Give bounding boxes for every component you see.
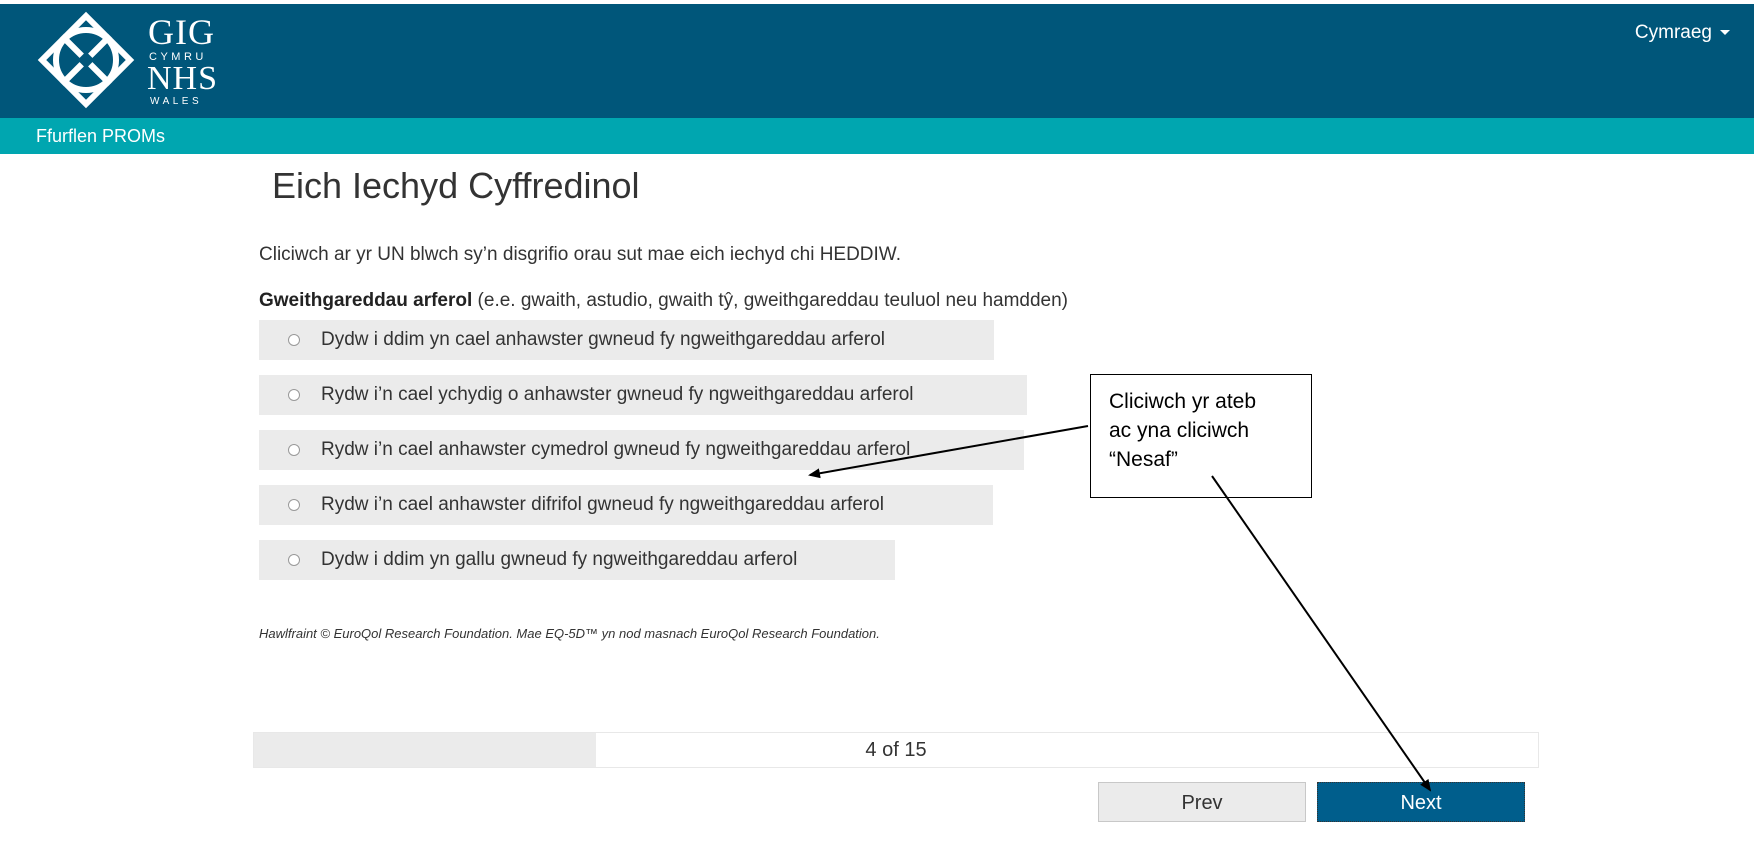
callout-arrows xyxy=(808,425,1432,792)
arrow-to-next-button xyxy=(1211,475,1432,792)
arrow-to-options xyxy=(808,425,1089,479)
